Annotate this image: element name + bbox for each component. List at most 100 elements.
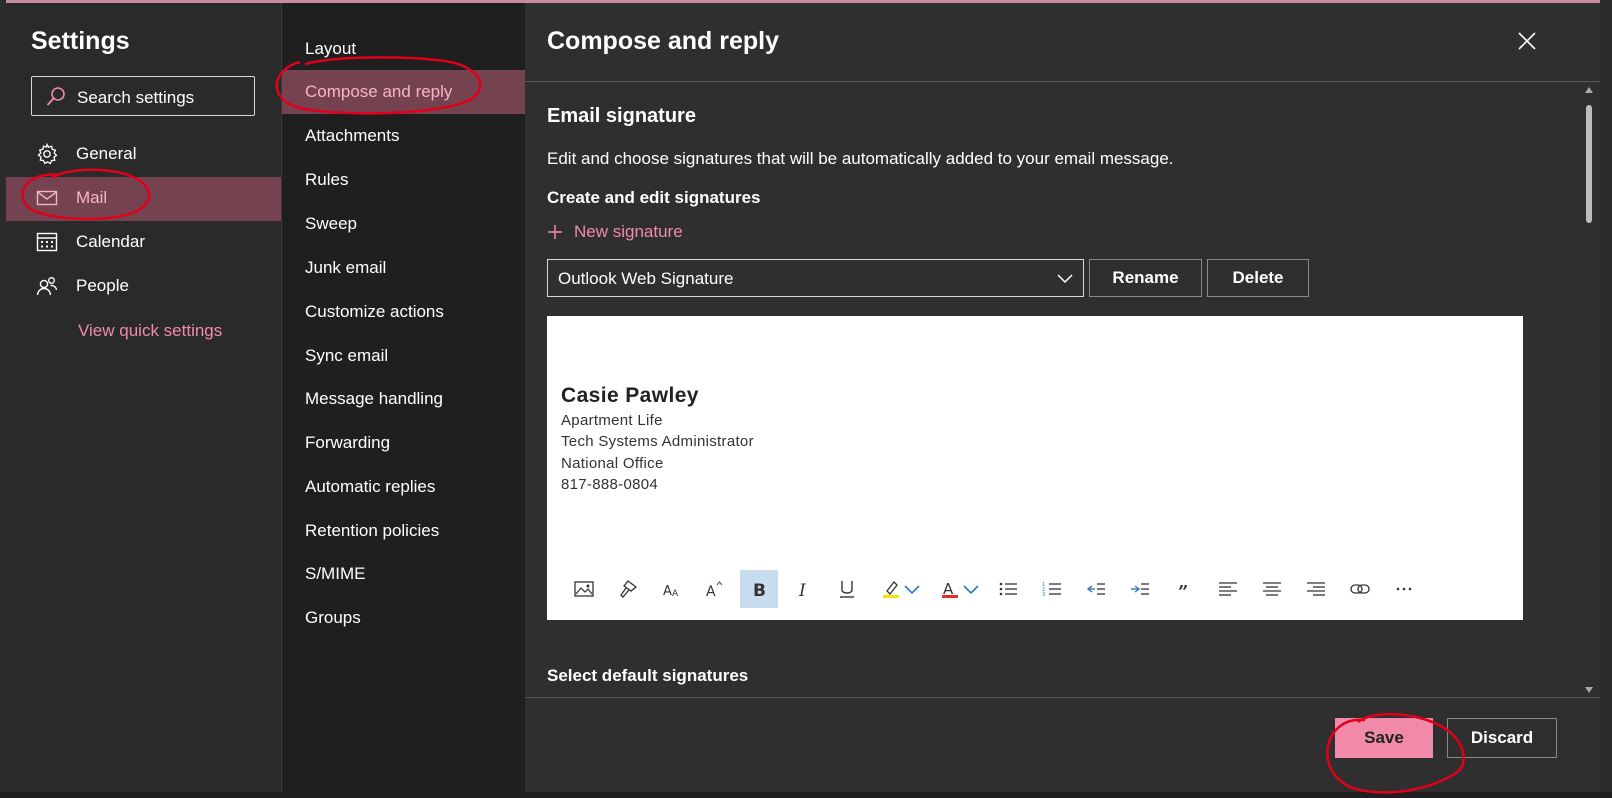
category-calendar[interactable]: Calendar [6,221,281,265]
increase-indent-button[interactable] [1121,570,1159,608]
align-left-button[interactable] [1209,570,1247,608]
svg-text:3: 3 [1042,592,1045,598]
nav-forwarding[interactable]: Forwarding [282,421,526,465]
nav-sweep[interactable]: Sweep [282,202,526,246]
settings-category-pane: Settings Search settings General Mail Ca… [6,3,281,792]
link-icon [1350,584,1370,594]
nav-label: Forwarding [305,433,391,452]
signature-line: National Office [561,455,664,472]
nav-label: Layout [305,39,357,58]
highlight-icon [883,581,899,598]
nav-sync-email[interactable]: Sync email [282,334,526,378]
bold-button[interactable]: B [740,570,778,608]
align-right-icon [1307,582,1325,596]
delete-button[interactable]: Delete [1207,259,1309,297]
bullets-icon [999,582,1017,596]
signature-name: Casie Pawley [561,384,699,407]
mail-settings-nav: Layout Compose and reply Attachments Rul… [281,3,526,792]
numbering-icon: 123 [1042,582,1061,598]
nav-attachments[interactable]: Attachments [282,114,526,158]
scroll-thumb[interactable] [1586,105,1592,223]
link-button[interactable] [1341,570,1379,608]
more-options-button[interactable] [1385,570,1423,608]
category-mail[interactable]: Mail [6,177,281,221]
grow-font-button[interactable]: A [696,570,734,608]
settings-title: Settings [31,27,130,55]
svg-text:”: ” [1178,582,1188,599]
view-quick-settings-link[interactable]: View quick settings [78,321,222,341]
italic-icon: I [798,581,806,599]
section-title: Email signature [547,105,696,127]
save-button[interactable]: Save [1335,718,1433,758]
rename-button[interactable]: Rename [1089,259,1202,297]
nav-junk-email[interactable]: Junk email [282,246,526,290]
nav-retention-policies[interactable]: Retention policies [282,509,526,553]
nav-label: Attachments [305,126,400,145]
people-icon [36,277,58,296]
new-signature-label: New signature [574,222,683,241]
formatting-toolbar: AA A B I A 1 2 3 ” [565,570,1515,608]
settings-dialog: Settings Search settings General Mail Ca… [6,3,1600,792]
align-center-button[interactable] [1253,570,1291,608]
calendar-icon [36,232,58,252]
underline-button[interactable] [828,570,866,608]
nav-label: Customize actions [305,302,444,321]
nav-smime[interactable]: S/MIME [282,552,526,596]
chevron-down-icon [1057,274,1073,284]
category-label: Mail [76,188,108,207]
discard-button[interactable]: Discard [1447,718,1557,758]
subsection-title: Create and edit signatures [547,188,761,207]
font-size-icon: AA [663,584,679,599]
nav-label: S/MIME [305,564,366,583]
align-right-button[interactable] [1297,570,1335,608]
background-bottom-edge [0,792,1612,798]
font-color-icon: A [942,580,958,598]
scroll-up-arrow[interactable] [1585,87,1593,93]
insert-image-button[interactable] [565,570,603,608]
default-signatures-title: Select default signatures [547,666,749,685]
nav-customize-actions[interactable]: Customize actions [282,290,526,334]
highlight-dropdown[interactable] [900,570,920,608]
signature-select[interactable]: Outlook Web Signature [547,259,1084,297]
close-icon[interactable] [1515,29,1539,53]
format-painter-button[interactable] [609,570,647,608]
plus-icon [548,225,562,239]
search-placeholder: Search settings [77,88,195,107]
svg-text:I: I [798,581,806,599]
nav-layout[interactable]: Layout [282,27,526,71]
panel-scrollbar[interactable] [1581,85,1597,697]
decrease-indent-button[interactable] [1077,570,1115,608]
category-people[interactable]: People [6,265,281,309]
nav-label: Automatic replies [305,477,436,496]
gear-icon [37,143,58,165]
nav-groups[interactable]: Groups [282,596,526,640]
nav-label: Compose and reply [305,82,453,101]
align-left-icon [1219,582,1237,596]
font-color-dropdown[interactable] [959,570,979,608]
mail-icon [36,190,58,206]
background-right-edge [1600,0,1612,798]
scroll-down-arrow[interactable] [1585,687,1593,693]
nav-label: Message handling [305,389,443,408]
numbering-button[interactable]: 123 [1033,570,1071,608]
bullets-button[interactable] [989,570,1027,608]
nav-automatic-replies[interactable]: Automatic replies [282,465,526,509]
nav-message-handling[interactable]: Message handling [282,377,526,421]
italic-button[interactable]: I [784,570,822,608]
bold-icon: B [753,581,766,599]
nav-label: Sync email [305,346,389,365]
nav-rules[interactable]: Rules [282,158,526,202]
chevron-down-icon [963,585,979,595]
panel-title: Compose and reply [547,27,779,55]
nav-compose-and-reply[interactable]: Compose and reply [282,70,526,114]
quote-button[interactable]: ” [1165,570,1203,608]
quote-icon: ” [1178,582,1188,599]
nav-label: Sweep [305,214,357,233]
search-input[interactable]: Search settings [31,76,255,116]
signature-line: 817-888-0804 [561,476,659,493]
category-general[interactable]: General [6,133,281,177]
svg-text:A: A [672,589,679,599]
section-description: Edit and choose signatures that will be … [547,149,1174,168]
font-size-button[interactable]: AA [653,570,691,608]
signature-editor[interactable]: Casie Pawley Apartment Life Tech Systems… [547,316,1523,620]
